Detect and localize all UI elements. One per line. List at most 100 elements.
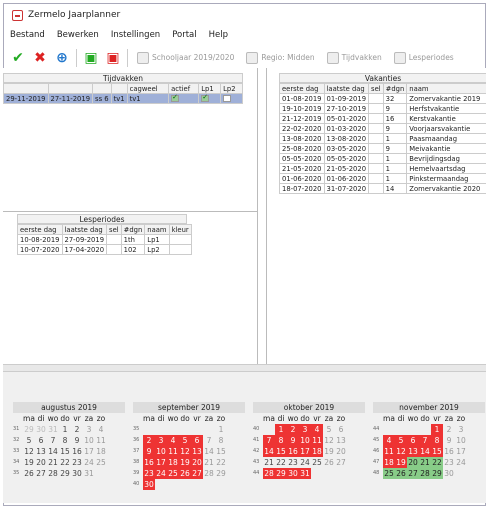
- cell[interactable]: 10-08-2019: [17, 234, 63, 245]
- cell[interactable]: [168, 234, 192, 245]
- calendar-day[interactable]: [203, 424, 215, 435]
- col-header[interactable]: sel: [106, 224, 122, 235]
- calendar-day[interactable]: 15: [275, 446, 287, 457]
- calendar-day[interactable]: 17: [155, 457, 167, 468]
- calendar-day[interactable]: [383, 424, 395, 435]
- calendar-day[interactable]: 22: [59, 457, 71, 468]
- calendar-day[interactable]: 29: [215, 468, 227, 479]
- calendar-day[interactable]: [143, 424, 155, 435]
- calendar-day[interactable]: 2: [71, 424, 83, 435]
- calendar-day[interactable]: 17: [299, 446, 311, 457]
- col-header[interactable]: [110, 83, 128, 94]
- calendar-day[interactable]: 12: [323, 435, 335, 446]
- calendar-day[interactable]: 6: [407, 435, 419, 446]
- col-header[interactable]: [47, 83, 94, 94]
- cell[interactable]: 25-08-2020: [279, 143, 325, 154]
- calendar-day[interactable]: 7: [419, 435, 431, 446]
- calendar-day[interactable]: 6: [335, 424, 347, 435]
- cell[interactable]: 05-05-2020: [279, 153, 325, 164]
- calendar-day[interactable]: 13: [191, 446, 203, 457]
- calendar-day[interactable]: 21: [263, 457, 275, 468]
- lp2-cell[interactable]: [220, 93, 243, 104]
- cell[interactable]: 22-02-2020: [279, 123, 325, 134]
- cell[interactable]: Lp2: [144, 244, 170, 255]
- calendar-day[interactable]: 27: [191, 468, 203, 479]
- calendar-day[interactable]: 25: [167, 468, 179, 479]
- cell[interactable]: 1: [382, 173, 408, 184]
- actief-checkbox[interactable]: [171, 95, 180, 102]
- calendar-day[interactable]: 25: [383, 468, 395, 479]
- calendar-day[interactable]: 29: [59, 468, 71, 479]
- close-icon[interactable]: ✖: [32, 50, 48, 66]
- schooljaar-button[interactable]: Schooljaar 2019/2020: [134, 51, 237, 64]
- calendar-day[interactable]: [167, 424, 179, 435]
- calendar-day[interactable]: 23: [71, 457, 83, 468]
- calendar-day[interactable]: 7: [47, 435, 59, 446]
- cell[interactable]: ss 6: [92, 93, 112, 104]
- col-header[interactable]: cagweel: [126, 83, 170, 94]
- calendar-day[interactable]: 5: [179, 435, 191, 446]
- calendar-day[interactable]: 16: [443, 446, 455, 457]
- calendar-day[interactable]: 31: [83, 468, 95, 479]
- cell[interactable]: 1: [382, 133, 408, 144]
- calendar-day[interactable]: [335, 468, 347, 479]
- cell[interactable]: 31-07-2020: [323, 183, 370, 194]
- calendar-day[interactable]: 27: [335, 457, 347, 468]
- calendar-day[interactable]: 10: [155, 446, 167, 457]
- calendar-day[interactable]: 25: [311, 457, 323, 468]
- calendar-day[interactable]: 9: [287, 435, 299, 446]
- calendar-day[interactable]: 4: [95, 424, 107, 435]
- calendar-day[interactable]: 19: [395, 457, 407, 468]
- col-header[interactable]: eerste dag: [17, 224, 63, 235]
- calendar-day[interactable]: 1: [59, 424, 71, 435]
- calendar-day[interactable]: 23: [443, 457, 455, 468]
- calendar-day[interactable]: 25: [95, 457, 107, 468]
- calendar-day[interactable]: 4: [311, 424, 323, 435]
- calendar-day[interactable]: 11: [311, 435, 323, 446]
- calendar-day[interactable]: 20: [191, 457, 203, 468]
- cell[interactable]: 27-11-2019: [47, 93, 94, 104]
- calendar-day[interactable]: [395, 424, 407, 435]
- regio-button[interactable]: Regio: Midden: [243, 51, 317, 64]
- calendar-day[interactable]: 11: [167, 446, 179, 457]
- cell[interactable]: Lp1: [144, 234, 170, 245]
- calendar-day[interactable]: 26: [179, 468, 191, 479]
- table-row[interactable]: 10-08-2019 27-09-2019 1th Lp1: [17, 234, 192, 245]
- calendar-day[interactable]: 12: [395, 446, 407, 457]
- calendar-day[interactable]: 11: [95, 435, 107, 446]
- calendar-day[interactable]: 21: [47, 457, 59, 468]
- cell[interactable]: 13-08-2020: [279, 133, 325, 144]
- cell[interactable]: 29-11-2019: [3, 93, 49, 104]
- calendar-day[interactable]: [311, 468, 323, 479]
- cell[interactable]: 01-08-2019: [279, 93, 325, 104]
- col-header[interactable]: eerste dag: [279, 83, 325, 94]
- calendar-day[interactable]: [407, 424, 419, 435]
- cell[interactable]: 01-03-2020: [323, 123, 370, 134]
- calendar-day[interactable]: 19: [23, 457, 35, 468]
- calendar-day[interactable]: 20: [335, 446, 347, 457]
- cell[interactable]: 13-08-2020: [323, 133, 370, 144]
- col-header[interactable]: sel: [368, 83, 384, 94]
- calendar-day[interactable]: 14: [47, 446, 59, 457]
- calendar-day[interactable]: 5: [323, 424, 335, 435]
- cell[interactable]: 05-01-2020: [323, 113, 370, 124]
- menu-help[interactable]: Help: [209, 30, 228, 40]
- cell[interactable]: 102: [120, 244, 146, 255]
- col-header[interactable]: #dgn: [382, 83, 408, 94]
- menu-portal[interactable]: Portal: [172, 30, 196, 40]
- cell[interactable]: 1: [382, 153, 408, 164]
- lp1-cell[interactable]: [198, 93, 222, 104]
- calendar-day[interactable]: [179, 479, 191, 490]
- col-header[interactable]: laatste dag: [323, 83, 370, 94]
- calendar-day[interactable]: 16: [71, 446, 83, 457]
- actief-cell[interactable]: [168, 93, 200, 104]
- calendar-day[interactable]: 29: [275, 468, 287, 479]
- cell[interactable]: 32: [382, 93, 408, 104]
- calendar-day[interactable]: 2: [443, 424, 455, 435]
- calendar-day[interactable]: 9: [71, 435, 83, 446]
- calendar-day[interactable]: 15: [215, 446, 227, 457]
- cell[interactable]: Paasmaandag: [406, 133, 486, 144]
- lesperiodes-button[interactable]: Lesperiodes: [391, 51, 457, 64]
- calendar-day[interactable]: 8: [59, 435, 71, 446]
- cell[interactable]: Kerstvakantie: [406, 113, 486, 124]
